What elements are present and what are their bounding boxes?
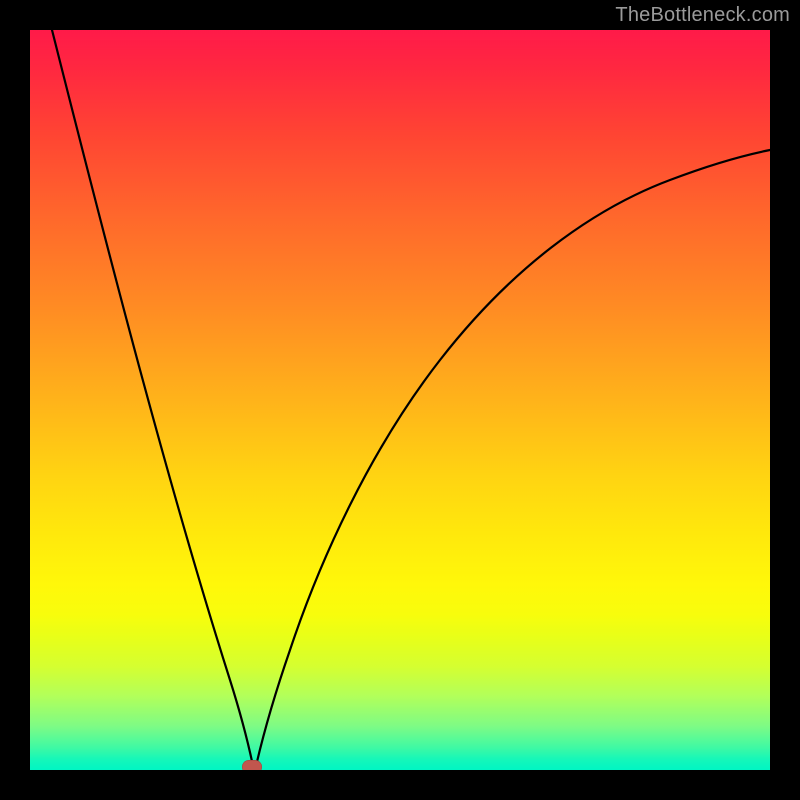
minimum-marker (242, 760, 262, 770)
bottleneck-curve (30, 30, 770, 770)
watermark-label: TheBottleneck.com (615, 4, 790, 27)
curve-left (52, 30, 253, 766)
plot-area (30, 30, 770, 770)
curve-right (256, 150, 770, 766)
chart-frame: TheBottleneck.com (0, 0, 800, 800)
